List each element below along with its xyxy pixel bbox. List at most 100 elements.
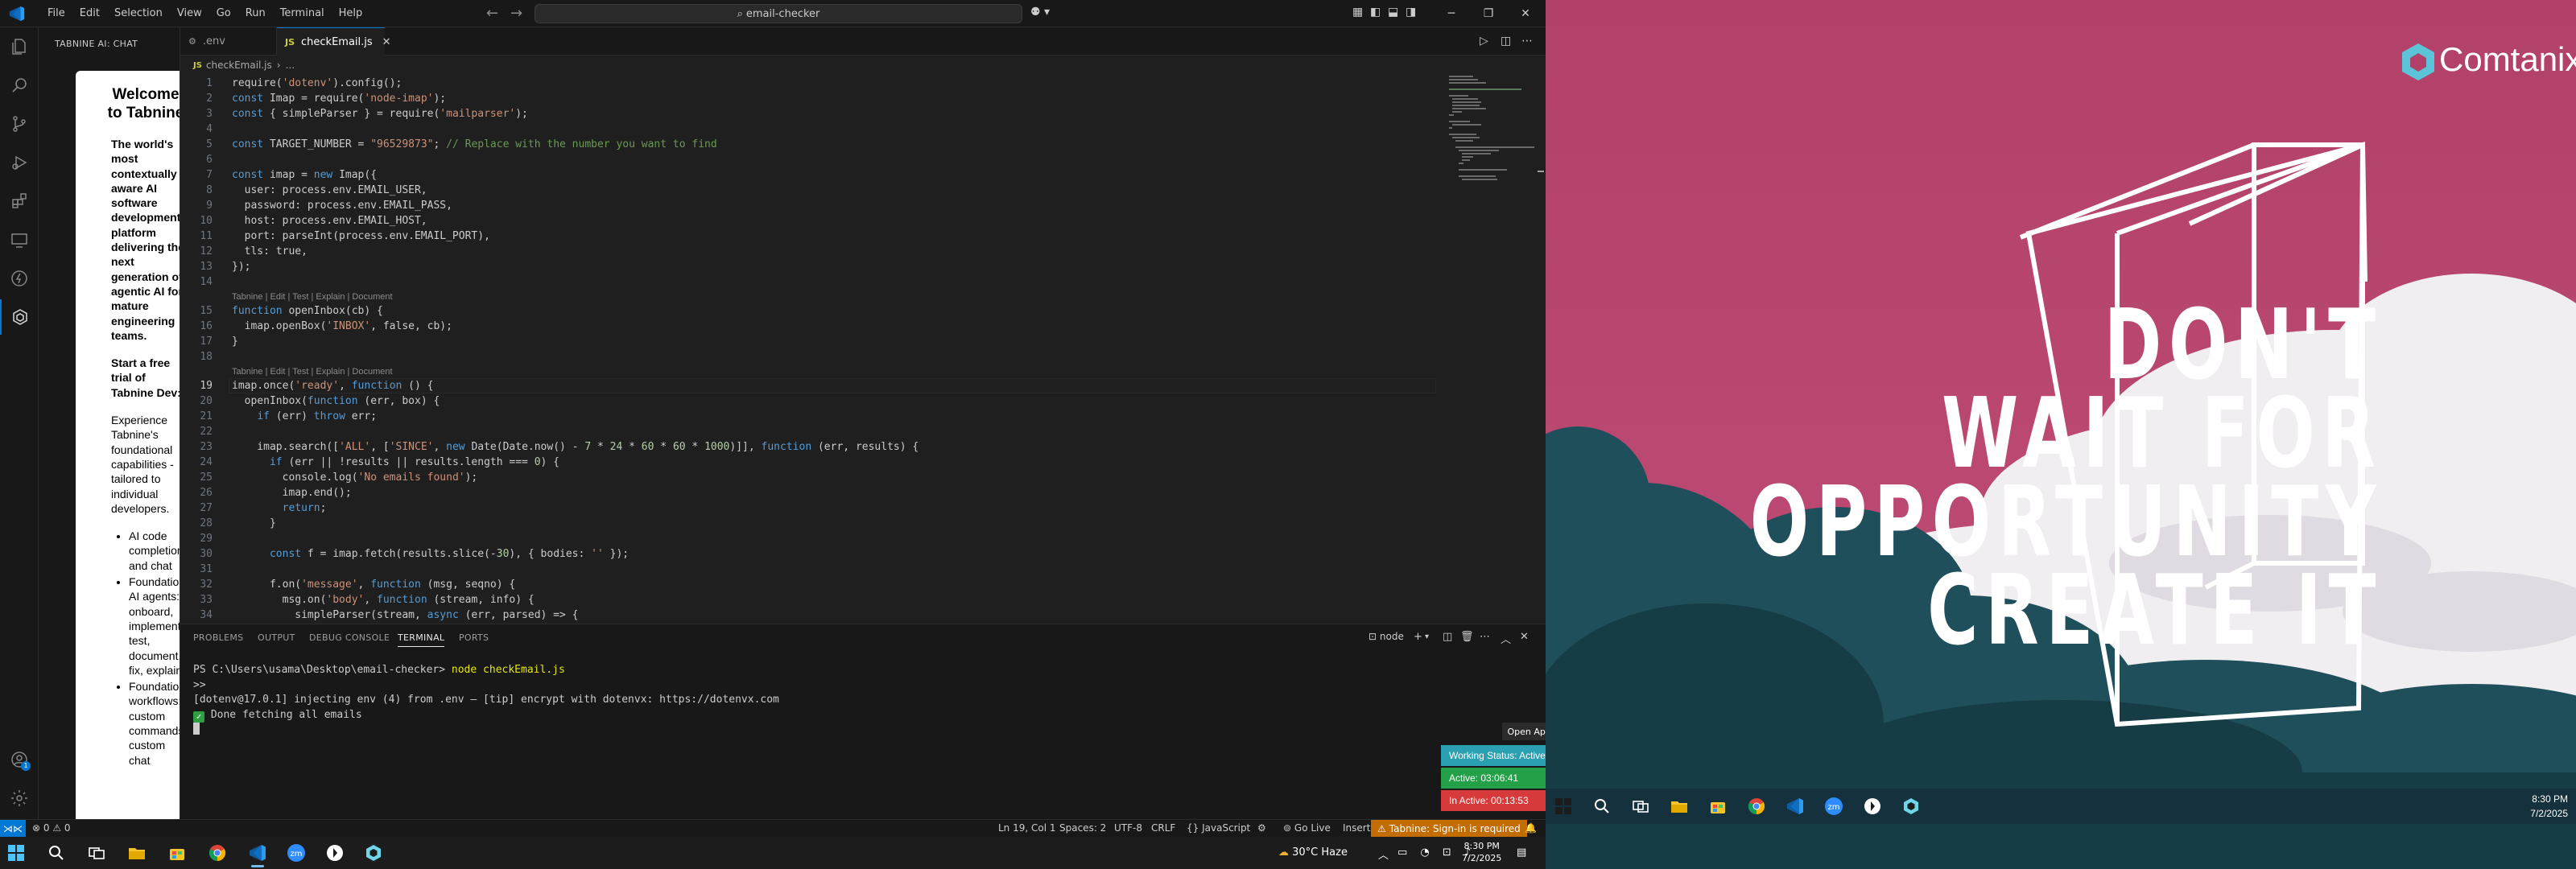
trash-icon[interactable]: 🗑 (1460, 631, 1474, 643)
weather-widget[interactable]: ☁ 30°C Haze (1278, 846, 1348, 859)
chevron-right-icon: › (276, 60, 281, 71)
tab-ports[interactable]: PORTS (459, 632, 489, 643)
line-number: 31 (200, 563, 213, 575)
more-actions-icon[interactable]: ⋯ (1480, 631, 1490, 643)
tab-debug-console[interactable]: DEBUG CONSOLE (309, 632, 390, 643)
new-terminal-icon[interactable]: + (1414, 631, 1422, 643)
clock[interactable]: 8:30 PM 7/2/2025 (1462, 840, 1501, 864)
windows-start-icon[interactable] (6, 843, 26, 863)
zoom-icon[interactable]: zm (1824, 797, 1843, 816)
tab-problems[interactable]: PROBLEMS (193, 632, 243, 643)
problems-status[interactable]: ⊗ 0 ⚠ 0 (32, 822, 71, 834)
forward-arrow-icon[interactable]: → (510, 5, 522, 22)
white-circle-app-icon[interactable] (1863, 797, 1882, 816)
indentation-status[interactable]: Spaces: 2 (1059, 822, 1106, 834)
more-actions-icon[interactable]: ⋯ (1521, 35, 1533, 47)
settings-gear-icon[interactable] (0, 780, 39, 816)
breadcrumb-file[interactable]: checkEmail.js (206, 60, 272, 71)
close-icon[interactable]: ✕ (382, 36, 391, 48)
customize-layout-icon[interactable]: ▦ (1352, 6, 1363, 19)
insert-mode[interactable]: Insert (1343, 822, 1370, 834)
vscode-taskbar-icon[interactable] (248, 843, 267, 863)
editor-scrollbar[interactable] (1536, 74, 1546, 621)
minimap[interactable] (1446, 74, 1534, 187)
menu-go[interactable]: Go (209, 0, 238, 27)
tabnine-chat-icon[interactable] (0, 299, 39, 335)
menu-selection[interactable]: Selection (107, 0, 170, 27)
close-panel-icon[interactable]: ✕ (1520, 631, 1529, 643)
notifications-bell-icon[interactable]: 🔔 (1525, 822, 1537, 834)
run-file-icon[interactable]: ▷ (1480, 35, 1488, 47)
search-icon[interactable] (1592, 797, 1612, 816)
command-center-search[interactable]: ⌕ email-checker (535, 4, 1022, 23)
tabnine-lead-text: The world's most contextually aware AI s… (111, 138, 180, 342)
vscode-logo-icon[interactable] (8, 5, 26, 23)
menu-edit[interactable]: Edit (72, 0, 107, 27)
language-mode[interactable]: {} JavaScript (1187, 822, 1250, 834)
white-circle-app-icon[interactable] (325, 843, 345, 863)
close-window-icon[interactable]: ✕ (1507, 0, 1544, 27)
tabnine-status[interactable]: ⚠ Tabnine: Sign-in is required (1371, 820, 1527, 838)
remote-indicator-icon[interactable]: ⋊⋉ (0, 820, 26, 838)
breadcrumb-more[interactable]: ... (286, 60, 295, 71)
restore-icon[interactable]: ❐ (1470, 0, 1507, 27)
terminal-selector[interactable]: ⊡ node (1368, 631, 1404, 642)
codelens[interactable]: Tabnine | Edit | Test | Explain | Docume… (232, 366, 393, 377)
back-arrow-icon[interactable]: ← (486, 5, 498, 22)
search-icon[interactable] (0, 68, 39, 103)
copilot-icon[interactable]: ⚉ ▾ (1030, 6, 1050, 19)
tab-env[interactable]: ⚙ .env (180, 27, 277, 56)
split-terminal-icon[interactable]: ◫ (1443, 631, 1452, 643)
menu-terminal[interactable]: Terminal (273, 0, 332, 27)
windows-start-icon[interactable] (1554, 797, 1573, 816)
terminal-output[interactable]: PS C:\Users\usama\Desktop\email-checker>… (193, 663, 779, 738)
task-view-icon[interactable] (1631, 797, 1650, 816)
codelens[interactable]: Tabnine | Edit | Test | Explain | Docume… (232, 291, 393, 303)
split-editor-icon[interactable]: ◫ (1501, 35, 1511, 47)
vscode-taskbar-icon[interactable] (1785, 797, 1805, 816)
code-text: } (232, 517, 276, 529)
tray-chevron-icon[interactable]: ︿ (1378, 846, 1389, 862)
go-live-button[interactable]: ⊚ Go Live (1283, 822, 1331, 834)
extensions-icon[interactable] (0, 183, 39, 219)
teal-app-icon[interactable] (1901, 797, 1921, 816)
line-number: 18 (200, 351, 213, 363)
menu-help[interactable]: Help (332, 0, 370, 27)
microsoft-store-icon[interactable] (1708, 797, 1728, 816)
teal-app-icon[interactable] (364, 843, 383, 863)
tab-checkemail-js[interactable]: JS checkEmail.js ✕ (277, 27, 391, 56)
menu-run[interactable]: Run (238, 0, 273, 27)
microsoft-store-icon[interactable] (167, 843, 187, 863)
feedback-icon[interactable]: ⚙ (1257, 822, 1266, 834)
zoom-icon[interactable]: zm (287, 843, 306, 863)
file-explorer-icon[interactable] (127, 843, 147, 863)
maximize-panel-icon[interactable]: ︿ (1501, 631, 1511, 646)
chrome-icon[interactable] (208, 843, 227, 863)
toggle-secondary-sidebar-icon[interactable]: ◨ (1406, 6, 1416, 19)
accounts-icon[interactable]: 1 (0, 742, 39, 777)
toggle-sidebar-icon[interactable]: ◧ (1370, 6, 1381, 19)
line-number: 33 (200, 594, 213, 606)
eol-status[interactable]: CRLF (1151, 822, 1175, 834)
source-control-icon[interactable] (0, 106, 39, 142)
chevron-down-icon[interactable]: ▾ (1425, 632, 1429, 641)
clock[interactable]: 8:30 PM 7/2/2025 (2530, 793, 2568, 819)
code-editor[interactable]: 1 require('dotenv').config(); 2 const Imap … (180, 74, 1444, 621)
toggle-panel-icon[interactable]: ⬓ (1388, 6, 1398, 19)
cursor-position[interactable]: Ln 19, Col 1 (998, 822, 1056, 834)
run-debug-icon[interactable] (0, 145, 39, 180)
file-explorer-icon[interactable] (1670, 797, 1689, 816)
minimize-icon[interactable]: ─ (1433, 0, 1470, 27)
menu-file[interactable]: File (40, 0, 72, 27)
encoding-status[interactable]: UTF-8 (1114, 822, 1142, 834)
notification-center-icon[interactable]: ▤ (1517, 846, 1526, 859)
explorer-icon[interactable] (0, 29, 39, 64)
menu-view[interactable]: View (170, 0, 209, 27)
tab-output[interactable]: OUTPUT (258, 632, 295, 643)
search-icon[interactable] (47, 843, 66, 863)
chrome-icon[interactable] (1747, 797, 1766, 816)
tabnine-lightning-icon[interactable] (0, 261, 39, 296)
tab-terminal[interactable]: TERMINAL (398, 632, 445, 647)
remote-explorer-icon[interactable] (0, 222, 39, 257)
task-view-icon[interactable] (87, 843, 106, 863)
